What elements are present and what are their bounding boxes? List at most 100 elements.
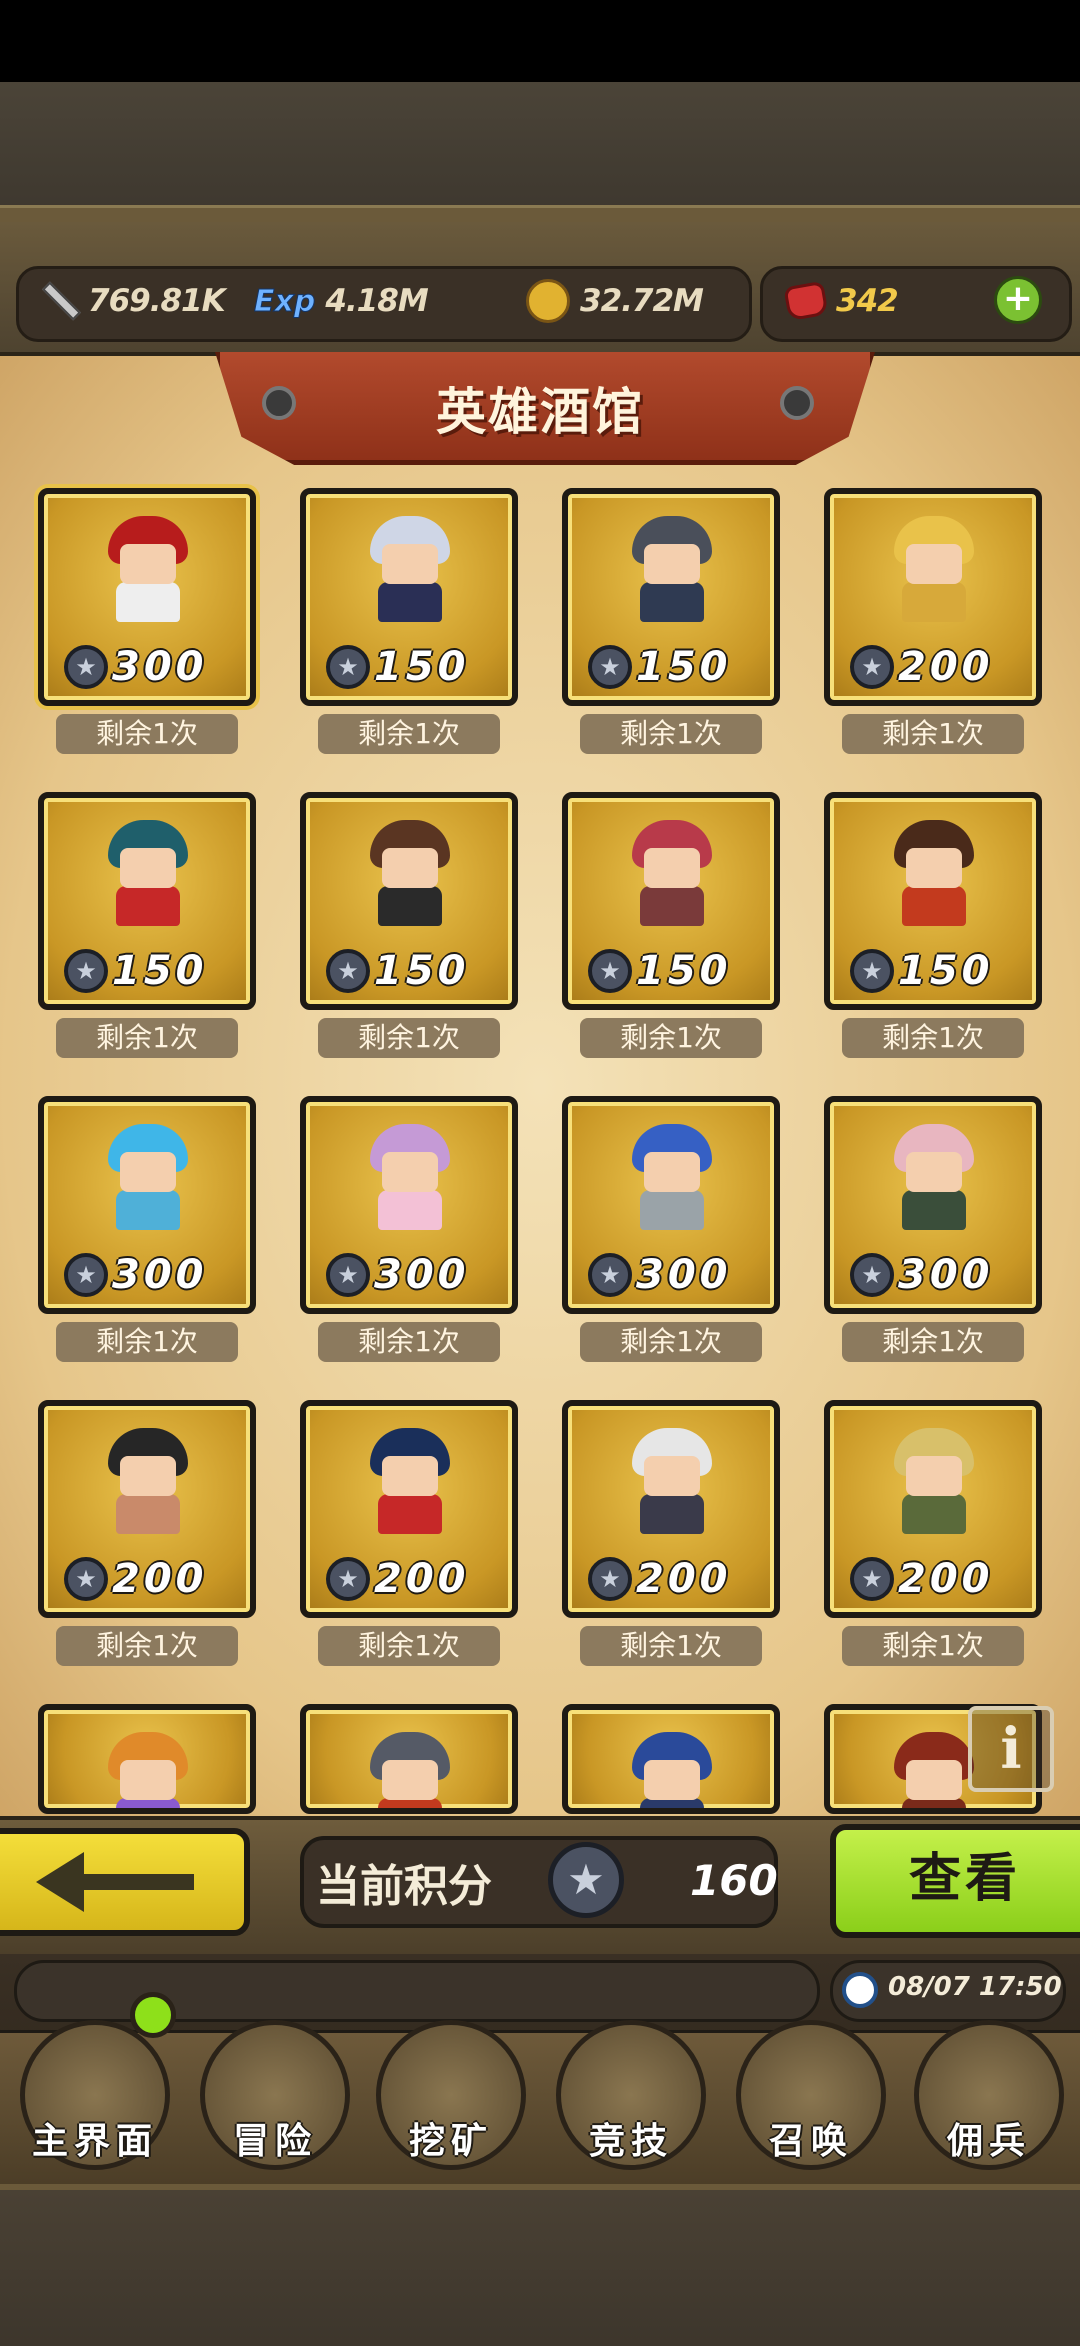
star-medal-icon: ★ [850, 1253, 894, 1297]
nav-mercenary-label: 佣兵 [946, 2121, 1031, 2162]
hero-price-value: 300 [112, 1252, 208, 1298]
hero-body [378, 1798, 442, 1808]
ruby-gem-icon [783, 280, 829, 322]
back-button[interactable] [0, 1828, 250, 1936]
hero-portrait-icon [98, 1428, 198, 1538]
hero-price-value: 200 [636, 1556, 732, 1602]
hero-remaining-badge: 剩余1次 [56, 714, 238, 754]
hero-face [906, 544, 962, 584]
hero-price-value: 150 [898, 948, 994, 994]
hero-face [382, 1760, 438, 1800]
hero-portrait-icon [360, 516, 460, 626]
info-button[interactable]: i [968, 1706, 1054, 1792]
hero-card[interactable]: ★ 200 [38, 1400, 256, 1618]
hero-body [116, 1190, 180, 1230]
page-title: 英雄酒馆 [436, 383, 644, 441]
hero-body [116, 582, 180, 622]
hero-body [116, 1798, 180, 1808]
nav-mining-label: 挖矿 [408, 2121, 493, 2162]
hero-card[interactable] [38, 1704, 256, 1814]
hero-card[interactable]: ★ 300 [38, 488, 256, 706]
hero-portrait-icon [884, 820, 984, 930]
hero-portrait-icon [98, 1732, 198, 1808]
star-medal-icon: ★ [588, 949, 632, 993]
hero-card[interactable]: ★ 200 [562, 1400, 780, 1618]
hero-portrait-icon [98, 1124, 198, 1234]
star-medal-icon: ★ [64, 1557, 108, 1601]
hero-remaining-badge: 剩余1次 [580, 1626, 762, 1666]
gems: 342 [783, 276, 899, 326]
hero-remaining-badge: 剩余1次 [580, 714, 762, 754]
hero-remaining-badge: 剩余1次 [842, 1322, 1024, 1362]
experience: Exp 4.18M [253, 276, 428, 326]
star-medal-icon: ★ [850, 949, 894, 993]
nav-main-label: 主界面 [31, 2121, 158, 2162]
hero-price: ★ 300 [588, 1252, 732, 1298]
hero-card[interactable]: ★ 200 [300, 1400, 518, 1618]
notification-dot [130, 1992, 176, 2038]
gold: 32.72M [526, 276, 704, 326]
map-background-top [0, 82, 1080, 222]
hero-price: ★ 150 [326, 644, 470, 690]
hero-face [120, 1152, 176, 1192]
hero-body [378, 886, 442, 926]
map-background-bottom [0, 2184, 1080, 2346]
hero-card[interactable]: ★ 150 [562, 488, 780, 706]
hero-card[interactable]: ★ 200 [824, 488, 1042, 706]
hero-portrait-icon [360, 1428, 460, 1538]
hero-remaining-badge: 剩余1次 [56, 1626, 238, 1666]
nav-arena-label: 竞技 [588, 2121, 673, 2162]
hero-price-value: 200 [112, 1556, 208, 1602]
hero-face [906, 1760, 962, 1800]
hero-portrait-icon [360, 820, 460, 930]
hero-remaining-badge: 剩余1次 [318, 714, 500, 754]
hero-card[interactable]: ★ 150 [300, 792, 518, 1010]
hero-card[interactable]: ★ 150 [300, 488, 518, 706]
clock-icon [842, 1972, 878, 2008]
hero-portrait-icon [622, 1732, 722, 1808]
hero-price: ★ 150 [850, 948, 994, 994]
hero-card[interactable]: ★ 150 [824, 792, 1042, 1010]
hero-price-value: 300 [112, 644, 208, 690]
hero-remaining-badge: 剩余1次 [580, 1018, 762, 1058]
hero-price: ★ 300 [64, 1252, 208, 1298]
nav-summon-label: 召唤 [768, 2121, 853, 2162]
star-medal-icon: ★ [588, 1557, 632, 1601]
hero-portrait-icon [884, 1428, 984, 1538]
hero-card[interactable]: ★ 150 [562, 792, 780, 1010]
hero-remaining-badge: 剩余1次 [56, 1018, 238, 1058]
hero-price-value: 200 [898, 644, 994, 690]
datetime: 08/07 17:50 [888, 1972, 1062, 2002]
hero-body [902, 1190, 966, 1230]
exp-value: 4.18M [325, 283, 428, 319]
hero-face [644, 544, 700, 584]
hero-body [116, 1494, 180, 1534]
star-medal-icon: ★ [326, 1253, 370, 1297]
star-medal-icon: ★ [548, 1842, 624, 1918]
star-medal-icon: ★ [326, 949, 370, 993]
hero-card[interactable]: ★ 150 [38, 792, 256, 1010]
hero-card[interactable]: ★ 300 [300, 1096, 518, 1314]
hero-price-value: 300 [636, 1252, 732, 1298]
hero-face [644, 1456, 700, 1496]
hero-card[interactable] [300, 1704, 518, 1814]
hero-price-value: 150 [374, 644, 470, 690]
hero-card[interactable]: ★ 200 [824, 1400, 1042, 1618]
star-medal-icon: ★ [64, 949, 108, 993]
hero-portrait-icon [622, 516, 722, 626]
add-gems-button[interactable]: + [994, 276, 1042, 324]
hero-price: ★ 200 [588, 1556, 732, 1602]
hero-card[interactable] [562, 1704, 780, 1814]
hero-price: ★ 300 [64, 644, 208, 690]
hero-face [120, 848, 176, 888]
star-medal-icon: ★ [850, 1557, 894, 1601]
status-bar [0, 0, 1080, 82]
view-button[interactable]: 查看 [830, 1824, 1080, 1938]
hero-card[interactable]: ★ 300 [38, 1096, 256, 1314]
hero-card[interactable]: ★ 300 [562, 1096, 780, 1314]
hero-portrait-icon [360, 1124, 460, 1234]
hero-price: ★ 200 [326, 1556, 470, 1602]
hero-remaining-badge: 剩余1次 [56, 1322, 238, 1362]
hero-card[interactable]: ★ 300 [824, 1096, 1042, 1314]
hero-face [120, 1760, 176, 1800]
